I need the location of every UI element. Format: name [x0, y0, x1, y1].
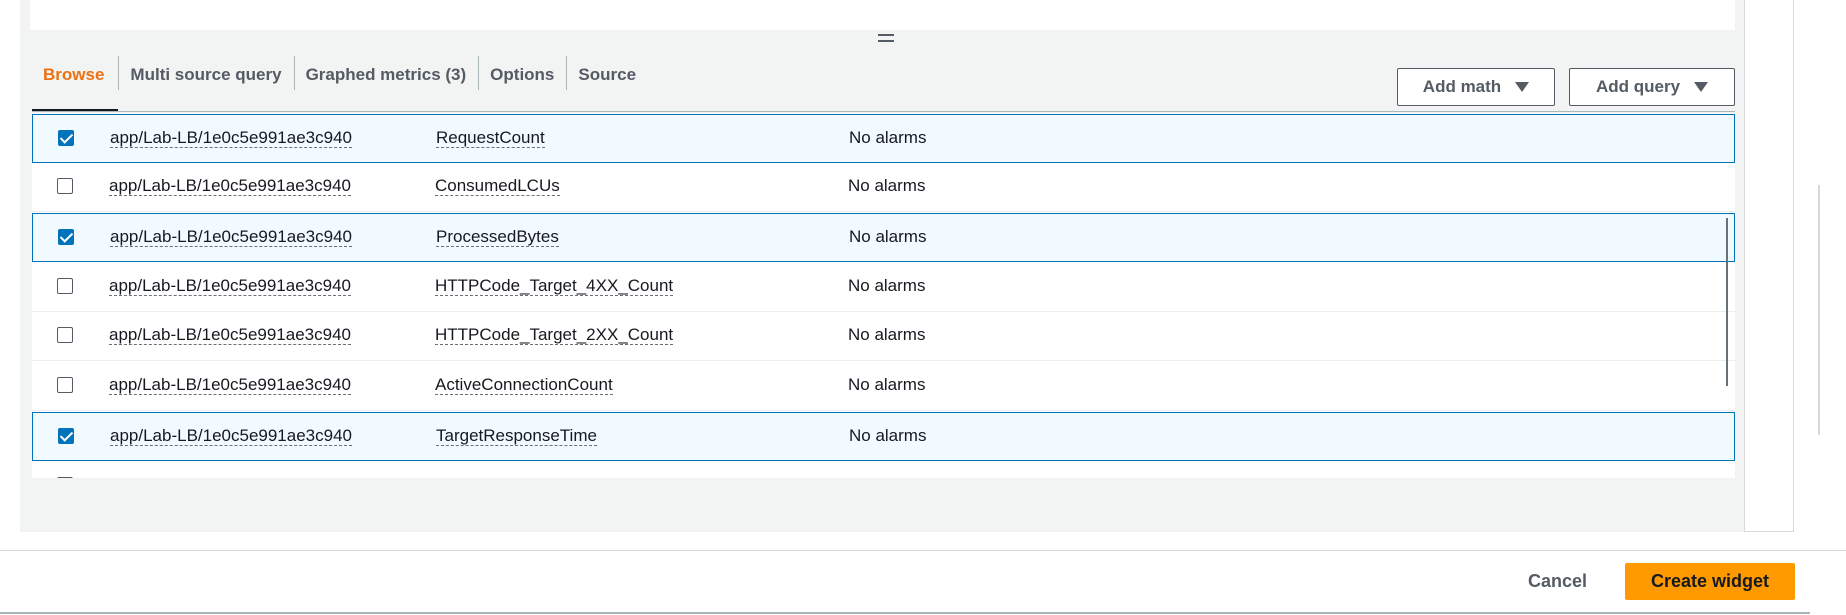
dialog-bottom-border	[0, 612, 1810, 614]
table-row[interactable]: app/Lab-LB/1e0c5e991ae3c940 TargetRespon…	[32, 412, 1735, 461]
alarms-cell: No alarms	[848, 276, 926, 295]
metric-name-cell[interactable]: ConsumedLCUs	[435, 176, 560, 196]
tab-multi-source-query[interactable]: Multi source query	[118, 52, 293, 112]
table-row-partial[interactable]	[32, 462, 1735, 478]
load-balancer-cell[interactable]: app/Lab-LB/1e0c5e991ae3c940	[110, 227, 352, 247]
metric-name-cell[interactable]: TargetResponseTime	[436, 426, 597, 446]
table-row[interactable]: app/Lab-LB/1e0c5e991ae3c940 HTTPCode_Tar…	[32, 263, 1735, 312]
alarms-cell: No alarms	[848, 325, 926, 344]
table-row[interactable]: app/Lab-LB/1e0c5e991ae3c940 ActiveConnec…	[32, 362, 1735, 411]
tab-options[interactable]: Options	[478, 52, 566, 112]
table-scrollbar[interactable]	[1726, 218, 1728, 386]
alarms-cell: No alarms	[849, 128, 927, 147]
row-checkbox[interactable]	[57, 327, 73, 343]
caret-down-icon	[1694, 82, 1709, 92]
create-widget-button[interactable]: Create widget	[1625, 563, 1795, 600]
load-balancer-cell[interactable]: app/Lab-LB/1e0c5e991ae3c940	[110, 128, 352, 148]
create-widget-dialog: Browse Multi source query Graphed metric…	[0, 0, 1846, 615]
row-checkbox[interactable]	[58, 229, 74, 245]
table-row[interactable]: app/Lab-LB/1e0c5e991ae3c940 ConsumedLCUs…	[32, 163, 1735, 212]
metric-name-cell[interactable]: ActiveConnectionCount	[435, 375, 613, 395]
table-row[interactable]: app/Lab-LB/1e0c5e991ae3c940 RequestCount…	[32, 114, 1735, 163]
load-balancer-cell[interactable]: app/Lab-LB/1e0c5e991ae3c940	[109, 375, 351, 395]
page-scrollbar[interactable]	[1818, 185, 1820, 435]
alarms-cell: No alarms	[848, 375, 926, 394]
graph-area-bottom	[30, 0, 1735, 30]
metric-name-cell[interactable]: ProcessedBytes	[436, 227, 559, 247]
row-checkbox[interactable]	[57, 278, 73, 294]
metrics-table: app/Lab-LB/1e0c5e991ae3c940 RequestCount…	[32, 113, 1735, 478]
load-balancer-cell[interactable]: app/Lab-LB/1e0c5e991ae3c940	[110, 426, 352, 446]
load-balancer-cell[interactable]: app/Lab-LB/1e0c5e991ae3c940	[109, 325, 351, 345]
row-checkbox[interactable]	[57, 477, 73, 478]
tab-browse[interactable]: Browse	[32, 52, 119, 112]
table-row[interactable]: app/Lab-LB/1e0c5e991ae3c940 ProcessedByt…	[32, 213, 1735, 262]
footer-divider	[0, 550, 1846, 551]
alarms-cell: No alarms	[849, 227, 927, 246]
tabs-divider	[32, 111, 1735, 112]
metrics-tabs: Browse Multi source query Graphed metric…	[32, 52, 648, 112]
metric-name-cell[interactable]: HTTPCode_Target_4XX_Count	[435, 276, 674, 296]
alarms-cell: No alarms	[848, 176, 926, 195]
load-balancer-cell[interactable]: app/Lab-LB/1e0c5e991ae3c940	[109, 176, 351, 196]
tab-graphed-metrics[interactable]: Graphed metrics (3)	[293, 52, 479, 112]
add-math-button[interactable]: Add math	[1397, 68, 1555, 106]
metric-name-cell[interactable]: HTTPCode_Target_2XX_Count	[435, 325, 674, 345]
load-balancer-cell[interactable]: app/Lab-LB/1e0c5e991ae3c940	[109, 276, 351, 296]
add-query-label: Add query	[1595, 77, 1681, 96]
alarms-cell: No alarms	[849, 426, 927, 445]
table-row[interactable]: app/Lab-LB/1e0c5e991ae3c940 HTTPCode_Tar…	[32, 312, 1735, 361]
metric-name-cell[interactable]: RequestCount	[436, 128, 545, 148]
tab-source[interactable]: Source	[566, 52, 648, 112]
resize-handle-icon[interactable]	[878, 34, 894, 46]
cancel-button[interactable]: Cancel	[1510, 563, 1605, 599]
add-query-button[interactable]: Add query	[1569, 68, 1735, 106]
caret-down-icon	[1515, 82, 1530, 92]
row-checkbox[interactable]	[57, 377, 73, 393]
row-checkbox[interactable]	[57, 178, 73, 194]
row-checkbox[interactable]	[58, 428, 74, 444]
row-checkbox[interactable]	[58, 130, 74, 146]
add-math-label: Add math	[1422, 77, 1502, 96]
right-scroll-region	[1744, 0, 1794, 532]
